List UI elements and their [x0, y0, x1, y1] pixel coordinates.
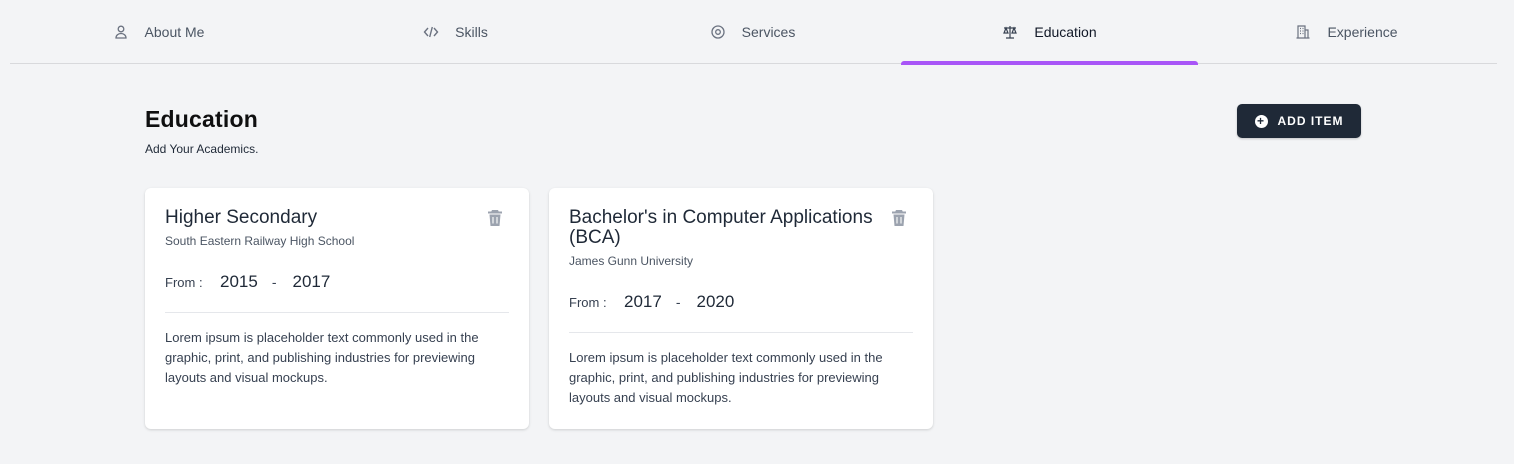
card-title: Bachelor's in Computer Applications (BCA…	[569, 207, 873, 248]
card-description: Lorem ipsum is placeholder text commonly…	[569, 350, 883, 405]
tab-label: About Me	[144, 24, 205, 40]
code-icon	[423, 24, 439, 40]
plus-circle-icon: +	[1254, 114, 1268, 128]
date-range: From : 2015 - 2017	[165, 272, 330, 292]
tab-label: Experience	[1327, 24, 1398, 40]
from-label: From :	[165, 275, 203, 290]
tab-education[interactable]: Education	[901, 0, 1198, 65]
user-icon	[113, 24, 129, 40]
divider	[165, 312, 509, 313]
date-separator: -	[271, 274, 277, 290]
tab-label: Skills	[455, 24, 488, 40]
education-card: Higher Secondary South Eastern Railway H…	[145, 188, 529, 429]
date-separator: -	[675, 294, 681, 310]
tab-label: Education	[1034, 24, 1097, 40]
card-school: South Eastern Railway High School	[165, 234, 355, 248]
start-year: 2015	[220, 272, 258, 291]
tab-label: Services	[741, 24, 796, 40]
divider	[569, 332, 913, 333]
start-year: 2017	[624, 292, 662, 311]
add-item-label: ADD ITEM	[1277, 114, 1344, 128]
trash-icon[interactable]	[487, 209, 503, 227]
tab-experience[interactable]: Experience	[1198, 0, 1495, 64]
end-year: 2017	[292, 272, 331, 291]
from-label: From :	[569, 295, 607, 310]
tab-bar: About Me Skills Services Education Exper…	[10, 0, 1497, 65]
page-title: Education	[145, 106, 258, 132]
card-description: Lorem ipsum is placeholder text commonly…	[165, 330, 479, 385]
scale-icon	[1002, 24, 1018, 40]
date-range: From : 2017 - 2020	[569, 292, 734, 312]
trash-icon[interactable]	[891, 209, 907, 227]
page-subtitle: Add Your Academics.	[145, 142, 259, 156]
building-icon	[1295, 24, 1311, 40]
add-item-button[interactable]: + ADD ITEM	[1237, 104, 1361, 138]
tab-skills[interactable]: Skills	[307, 0, 604, 64]
target-icon	[710, 24, 726, 40]
end-year: 2020	[696, 292, 735, 311]
card-title: Higher Secondary	[165, 207, 318, 228]
tab-services[interactable]: Services	[604, 0, 901, 64]
education-card: Bachelor's in Computer Applications (BCA…	[549, 188, 933, 429]
tab-about-me[interactable]: About Me	[10, 0, 307, 64]
card-school: James Gunn University	[569, 254, 694, 268]
